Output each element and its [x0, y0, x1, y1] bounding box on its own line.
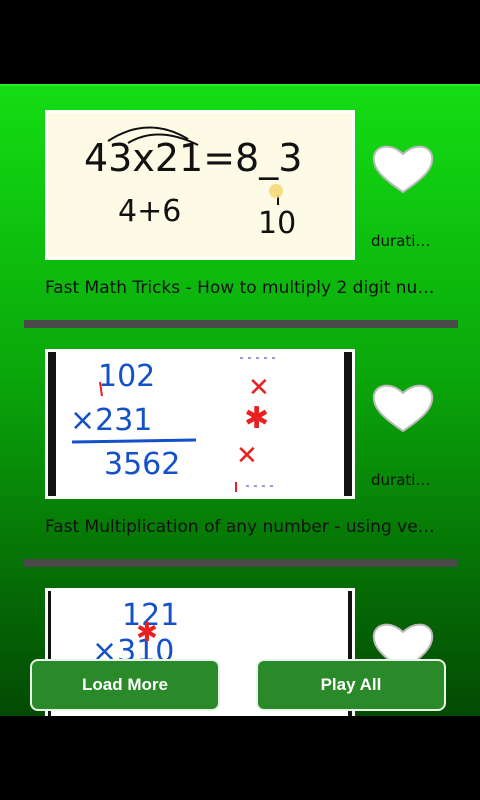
- load-more-button[interactable]: Load More: [30, 659, 220, 711]
- video-title[interactable]: Fast Math Tricks - How to multiply 2 dig…: [45, 278, 450, 298]
- svg-text:✱: ✱: [136, 618, 158, 648]
- thumb-text: 43x21=8_3: [84, 136, 302, 180]
- heart-icon: [372, 384, 434, 433]
- thumbnail-image: 43x21=8_3 4+6 10: [48, 113, 352, 257]
- thumb-text: 10: [258, 206, 296, 241]
- thumbnail-image: 102 ×231 3562 ✕ ✱ ✕: [48, 352, 352, 496]
- heart-icon: [372, 145, 434, 194]
- svg-text:✱: ✱: [244, 401, 269, 436]
- favorite-button[interactable]: [370, 142, 436, 196]
- svg-text:✕: ✕: [248, 373, 270, 403]
- thumb-text: 4+6: [118, 194, 181, 229]
- thumb-text: ×231: [70, 403, 152, 438]
- video-list[interactable]: 43x21=8_3 4+6 10 durati… Fast Math Trick…: [0, 84, 480, 718]
- status-bar: [0, 0, 480, 84]
- thumb-text: 3562: [104, 447, 180, 482]
- video-thumbnail[interactable]: 102 ×231 3562 ✕ ✱ ✕: [45, 349, 355, 499]
- video-title[interactable]: Fast Multiplication of any number - usin…: [45, 517, 450, 537]
- thumb-text: 102: [98, 359, 155, 394]
- video-duration: durati…: [371, 471, 431, 489]
- video-item[interactable]: 102 ×231 3562 ✕ ✱ ✕ durati… Fast Multipl…: [0, 325, 480, 563]
- video-duration: durati…: [371, 232, 431, 250]
- video-item[interactable]: 43x21=8_3 4+6 10 durati… Fast Math Trick…: [0, 86, 480, 324]
- video-thumbnail[interactable]: 43x21=8_3 4+6 10: [45, 110, 355, 260]
- play-all-button[interactable]: Play All: [256, 659, 446, 711]
- bottom-bar: [0, 716, 480, 800]
- favorite-button[interactable]: [370, 381, 436, 435]
- svg-text:✕: ✕: [236, 441, 258, 471]
